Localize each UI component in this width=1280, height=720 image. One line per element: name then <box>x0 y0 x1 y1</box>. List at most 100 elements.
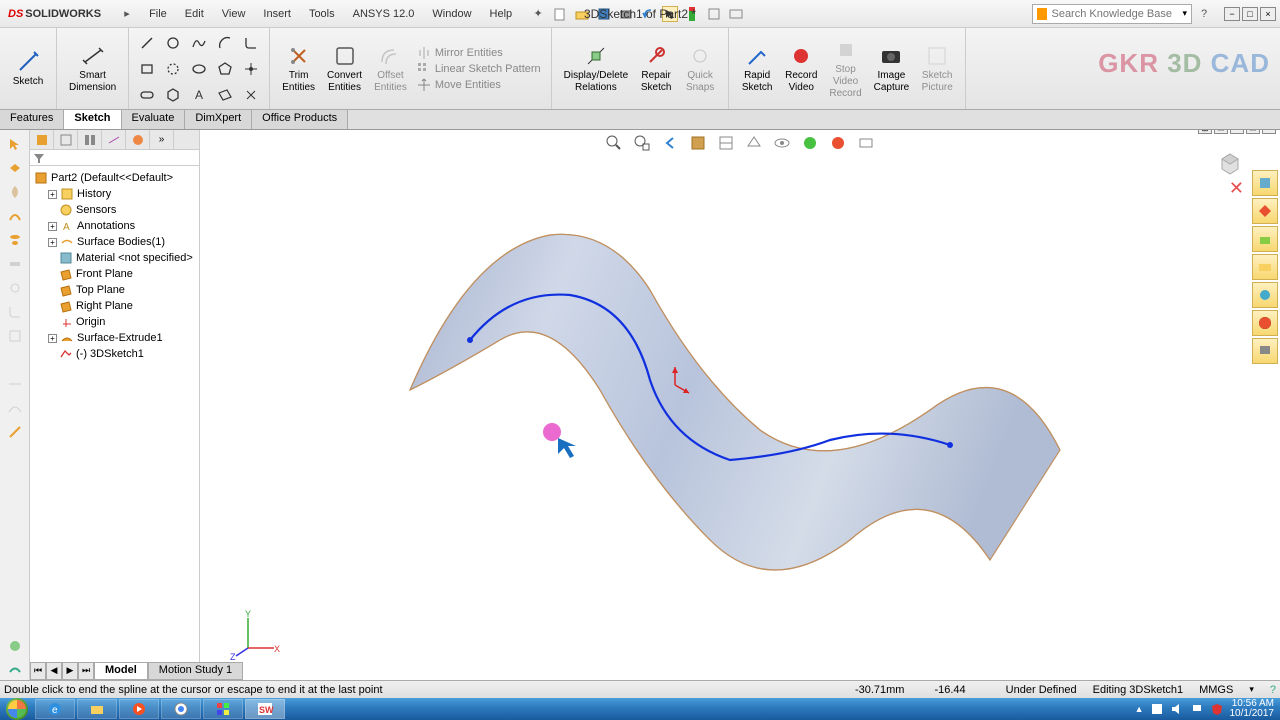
menu-window[interactable]: Window <box>424 4 479 24</box>
linear-pattern[interactable]: Linear Sketch Pattern <box>417 62 541 76</box>
tree-history[interactable]: +History <box>32 186 197 202</box>
offset-button[interactable]: Offset Entities <box>368 42 413 96</box>
tree-root[interactable]: Part2 (Default<<Default> <box>32 170 197 186</box>
status-dropdown-icon[interactable]: ▾ <box>1249 684 1254 695</box>
orientation-widget[interactable] <box>1216 150 1244 178</box>
sketch-button[interactable]: Sketch <box>6 48 50 90</box>
lt-sweep[interactable] <box>5 206 25 226</box>
repair-sketch-button[interactable]: Repair Sketch <box>634 42 678 96</box>
stop-video-button[interactable]: Stop Video Record <box>823 36 867 102</box>
vp-btn1[interactable]: ⊞ <box>1198 130 1212 134</box>
tree-right-plane[interactable]: Right Plane <box>32 298 197 314</box>
lt-3dsketch[interactable] <box>5 422 25 442</box>
menu-ansys[interactable]: ANSYS 12.0 <box>345 4 423 24</box>
expand-icon[interactable]: + <box>48 238 57 247</box>
ft-tab-tree[interactable] <box>30 130 54 149</box>
convert-button[interactable]: Convert Entities <box>321 42 368 96</box>
close-button[interactable]: × <box>1260 7 1276 21</box>
lt-ref-geom[interactable] <box>5 374 25 394</box>
bt-next[interactable]: ▶ <box>62 662 78 680</box>
lt-misc2[interactable] <box>5 660 25 680</box>
ft-tab-prop[interactable] <box>54 130 78 149</box>
taskbar-app[interactable] <box>203 699 243 719</box>
screen-icon[interactable] <box>728 6 744 22</box>
lt-revolve[interactable] <box>5 182 25 202</box>
tab-dimxpert[interactable]: DimXpert <box>185 110 252 129</box>
text-tool[interactable]: A <box>187 83 211 107</box>
snap-tool[interactable] <box>239 83 263 107</box>
status-units[interactable]: MMGS <box>1199 684 1233 696</box>
lt-select[interactable] <box>5 134 25 154</box>
bt-first[interactable]: ⏮ <box>30 662 46 680</box>
status-help-icon[interactable]: ? <box>1270 684 1276 696</box>
close-sketch-icon[interactable]: ✕ <box>1229 178 1244 199</box>
slot-tool[interactable] <box>135 83 159 107</box>
sketch-picture-button[interactable]: Sketch Picture <box>915 42 959 96</box>
tray-shield-icon[interactable] <box>1210 702 1224 716</box>
menu-help[interactable]: Help <box>482 4 521 24</box>
record-video-button[interactable]: Record Video <box>779 42 823 96</box>
start-button[interactable] <box>6 698 28 720</box>
tray-action-center[interactable] <box>1150 702 1164 716</box>
rp-view-palette[interactable] <box>1252 254 1278 280</box>
menu-tools[interactable]: Tools <box>301 4 343 24</box>
viewport[interactable]: ⊞ □ − □ × <box>200 130 1280 680</box>
rp-appearances[interactable] <box>1252 282 1278 308</box>
tab-evaluate[interactable]: Evaluate <box>122 110 186 129</box>
tab-motion-study[interactable]: Motion Study 1 <box>148 662 243 680</box>
clock[interactable]: 10:56 AM 10/1/2017 <box>1230 699 1275 719</box>
lt-cut[interactable] <box>5 254 25 274</box>
taskbar-chrome[interactable] <box>161 699 201 719</box>
view-triad[interactable]: Y X Z <box>230 610 280 660</box>
line-tool[interactable] <box>135 31 159 55</box>
tree-surface-bodies[interactable]: +Surface Bodies(1) <box>32 234 197 250</box>
tree-sensors[interactable]: Sensors <box>32 202 197 218</box>
rp-design-lib[interactable] <box>1252 198 1278 224</box>
display-relations-button[interactable]: Display/Delete Relations <box>558 42 634 96</box>
arc-tool[interactable] <box>213 31 237 55</box>
search-box[interactable]: ▾ <box>1032 4 1192 24</box>
menu-edit[interactable]: Edit <box>177 4 212 24</box>
menu-insert[interactable]: Insert <box>255 4 299 24</box>
lt-fillet[interactable] <box>5 302 25 322</box>
tree-material[interactable]: Material <not specified> <box>32 250 197 266</box>
lt-loft[interactable] <box>5 230 25 250</box>
vp-max[interactable]: □ <box>1246 130 1260 134</box>
star-icon[interactable]: ✦ <box>530 6 546 22</box>
move-entities[interactable]: Move Entities <box>417 78 541 92</box>
ft-tab-dim[interactable] <box>102 130 126 149</box>
search-dropdown-icon[interactable]: ▾ <box>1182 8 1187 19</box>
trim-button[interactable]: Trim Entities <box>276 42 321 96</box>
lt-extrude[interactable] <box>5 158 25 178</box>
rp-custom-props[interactable] <box>1252 310 1278 336</box>
polygon-tool[interactable] <box>213 57 237 81</box>
lt-curves[interactable] <box>5 398 25 418</box>
point-tool[interactable] <box>239 57 263 81</box>
taskbar-explorer[interactable] <box>77 699 117 719</box>
tree-origin[interactable]: Origin <box>32 314 197 330</box>
menu-file[interactable]: File <box>141 4 175 24</box>
tree-front-plane[interactable]: Front Plane <box>32 266 197 282</box>
lt-shell[interactable] <box>5 326 25 346</box>
fillet-tool[interactable] <box>239 31 263 55</box>
tray-volume-icon[interactable] <box>1170 702 1184 716</box>
ft-tab-render[interactable] <box>126 130 150 149</box>
menu-view[interactable]: View <box>214 4 254 24</box>
taskbar-media[interactable] <box>119 699 159 719</box>
vp-min[interactable]: − <box>1230 130 1244 134</box>
ft-tab-more[interactable]: » <box>150 130 174 149</box>
expand-icon[interactable]: + <box>48 222 57 231</box>
tray-network-icon[interactable] <box>1190 702 1204 716</box>
tree-annotations[interactable]: +AAnnotations <box>32 218 197 234</box>
vp-btn2[interactable]: □ <box>1214 130 1228 134</box>
search-input[interactable] <box>1051 8 1182 20</box>
circle-tool[interactable] <box>161 31 185 55</box>
dropdown-icon[interactable]: ▸ <box>119 6 135 22</box>
expand-icon[interactable]: + <box>48 190 57 199</box>
taskbar-solidworks[interactable]: SW <box>245 699 285 719</box>
taskbar-ie[interactable]: e <box>35 699 75 719</box>
spline-tool[interactable] <box>187 31 211 55</box>
perimeter-circle-tool[interactable] <box>161 57 185 81</box>
tree-surface-extrude[interactable]: +Surface-Extrude1 <box>32 330 197 346</box>
filter-icon[interactable] <box>32 152 46 164</box>
